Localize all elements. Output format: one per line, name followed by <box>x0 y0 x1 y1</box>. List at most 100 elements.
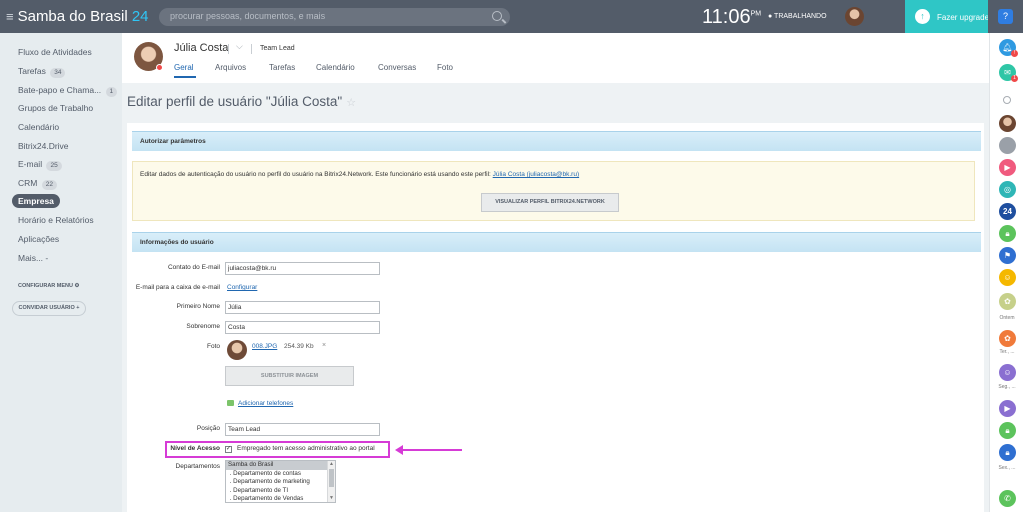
status-dot-icon <box>156 64 163 71</box>
admin-access-checkbox[interactable]: ✓ <box>225 446 232 453</box>
annotation-arrow <box>402 449 462 451</box>
star-icon[interactable]: ☆ <box>346 97 356 109</box>
menu-icon[interactable]: ≡ <box>6 9 14 24</box>
phone-icon <box>227 400 234 406</box>
lock-icon[interactable]: 🔒︎ <box>999 444 1016 461</box>
divider <box>251 44 252 54</box>
search-icon[interactable] <box>492 11 502 21</box>
position-field[interactable]: Team Lead <box>225 423 380 436</box>
search-input[interactable]: procurar pessoas, documentos, e mais <box>159 8 510 26</box>
menu-item-label: Mais... - <box>18 253 49 263</box>
contact-email-field[interactable]: juliacosta@bk.ru <box>225 262 380 275</box>
menu-item-label: Grupos de Trabalho <box>18 103 94 113</box>
add-phones-link[interactable]: Adicionar telefones <box>238 400 293 407</box>
photo-file-link[interactable]: 008.JPG <box>252 343 277 350</box>
user-icon[interactable]: ☺ <box>999 364 1016 381</box>
listbox-scrollbar[interactable]: ▲ ▼ <box>327 461 335 502</box>
tab-general[interactable]: Geral <box>174 63 194 72</box>
phone-call-icon[interactable]: ✆ <box>999 490 1016 507</box>
notice-body: Editar dados de autenticação do usuário … <box>140 171 491 178</box>
department-option[interactable]: . Departamento de contas <box>226 470 335 479</box>
contact-avatar[interactable] <box>999 137 1016 154</box>
recent-label: Sex., ... <box>998 465 1016 471</box>
tab-conversations[interactable]: Conversas <box>378 63 416 72</box>
menu-item-company[interactable]: Empresa <box>12 194 60 208</box>
emoji-icon[interactable]: ☺ <box>999 269 1016 286</box>
pin-icon[interactable]: ⚑ <box>999 247 1016 264</box>
menu-item-label: Tarefas <box>18 66 46 76</box>
department-option[interactable]: . Departamento de marketing <box>226 478 335 487</box>
menu-item-more[interactable]: Mais... - <box>18 251 48 265</box>
search-icon[interactable] <box>1003 96 1011 104</box>
counter-badge: 25 <box>46 161 62 171</box>
photo-size: 254.39 Kb <box>284 343 314 350</box>
scroll-thumb[interactable] <box>329 469 334 487</box>
menu-item-feed[interactable]: Fluxo de Atividades <box>18 45 92 59</box>
group-chat-icon[interactable]: ✿ <box>999 293 1016 310</box>
menu-item-crm[interactable]: CRM 22 <box>18 176 57 190</box>
admin-access-label[interactable]: Empregado tem acesso administrativo ao p… <box>237 445 375 452</box>
menu-item-label: Bate-papo e Chama... <box>18 85 102 95</box>
logo-number: 24 <box>131 8 149 25</box>
right-sidebar: 🔔︎ ! ✉ 1 ▶ ◎ 24 🔒︎ ⚑ ☺ ✿ Ontem ✿ Ter., .… <box>989 33 1023 512</box>
upgrade-icon: ↑ <box>915 9 930 24</box>
edit-form: Autorizar parâmetros Editar dados de aut… <box>127 123 984 512</box>
department-option[interactable]: . Departamento de TI <box>226 487 335 496</box>
upgrade-button[interactable]: ↑ Fazer upgrade <box>905 0 989 33</box>
auth-notice: Editar dados de autenticação do usuário … <box>132 161 975 221</box>
top-bar: ≡ Samba do Brasil 24 procurar pessoas, do… <box>0 0 1023 33</box>
menu-item-workgroups[interactable]: Grupos de Trabalho <box>18 101 93 115</box>
tab-files[interactable]: Arquivos <box>215 63 246 72</box>
position-label: Posição <box>196 425 220 432</box>
profile-link[interactable]: Júlia Costa (juliacosta@bk.ru) <box>493 171 579 178</box>
open-lines-icon[interactable]: ◎ <box>999 181 1016 198</box>
help-area: ? <box>988 0 1023 33</box>
work-status-label: TRABALHANDO <box>774 13 827 20</box>
first-name-field[interactable]: Júlia <box>225 301 380 314</box>
tab-photo[interactable]: Foto <box>437 63 453 72</box>
logo-text: Samba do Brasil <box>17 8 128 25</box>
replace-image-button[interactable]: SUBSTITUIR IMAGEM <box>225 366 354 386</box>
recent-label: Seg., ... <box>998 384 1016 390</box>
menu-item-calendar[interactable]: Calendário <box>18 120 59 134</box>
profile-name[interactable]: Júlia Costa <box>174 42 228 54</box>
view-network-profile-button[interactable]: VISUALIZAR PERFIL BITRIX24.NETWORK <box>481 193 619 212</box>
menu-item-email[interactable]: E-mail 25 <box>18 157 62 171</box>
video-chat-icon[interactable]: ▶ <box>999 159 1016 176</box>
menu-item-apps[interactable]: Aplicações <box>18 232 59 246</box>
contact-avatar[interactable] <box>999 115 1016 132</box>
tab-tasks[interactable]: Tarefas <box>269 63 295 72</box>
tab-calendar[interactable]: Calendário <box>316 63 355 72</box>
notice-text: Editar dados de autenticação do usuário … <box>140 171 579 178</box>
last-name-field[interactable]: Costa <box>225 321 380 334</box>
configure-mailbox-link[interactable]: Configurar <box>227 284 257 291</box>
menu-item-drive[interactable]: Bitrix24.Drive <box>18 139 69 153</box>
scroll-down-icon[interactable]: ▼ <box>329 495 334 501</box>
profile-role: Team Lead <box>260 45 295 52</box>
help-button[interactable]: ? <box>998 9 1013 24</box>
portal-logo[interactable]: ≡ Samba do Brasil 24 <box>6 8 149 25</box>
menu-item-tasks[interactable]: Tarefas 34 <box>18 64 66 78</box>
delete-photo-icon[interactable]: × <box>322 342 326 349</box>
clock[interactable]: 11:06PM <box>702 6 761 29</box>
lock-icon[interactable]: 🔒︎ <box>999 225 1016 242</box>
photo-thumbnail <box>227 340 247 360</box>
chevron-down-icon[interactable]: ⌵ <box>236 41 243 52</box>
department-option[interactable]: Samba do Brasil <box>226 461 335 470</box>
bitrix24-icon[interactable]: 24 <box>999 203 1016 220</box>
group-chat-icon[interactable]: ✿ <box>999 330 1016 347</box>
menu-item-label: E-mail <box>18 159 43 169</box>
section-auth-title: Autorizar parâmetros <box>132 131 981 151</box>
departments-select[interactable]: Samba do Brasil . Departamento de contas… <box>225 460 336 503</box>
user-avatar[interactable] <box>845 7 864 26</box>
department-option[interactable]: . Departamento de Vendas <box>226 495 335 502</box>
invite-user-button[interactable]: CONVIDAR USUÁRIO + <box>12 301 86 316</box>
menu-item-chat[interactable]: Bate-papo e Chama... 1 <box>18 83 118 97</box>
lock-icon[interactable]: 🔒︎ <box>999 422 1016 439</box>
menu-item-label: Bitrix24.Drive <box>18 141 69 151</box>
menu-item-reports[interactable]: Horário e Relatórios <box>18 213 94 227</box>
main-content: Júlia Costa ⌵ Team Lead Geral Arquivos T… <box>122 33 989 512</box>
work-status[interactable]: ● TRABALHANDO <box>768 13 827 20</box>
video-chat-icon[interactable]: ▶ <box>999 400 1016 417</box>
scroll-up-icon[interactable]: ▲ <box>329 461 334 467</box>
